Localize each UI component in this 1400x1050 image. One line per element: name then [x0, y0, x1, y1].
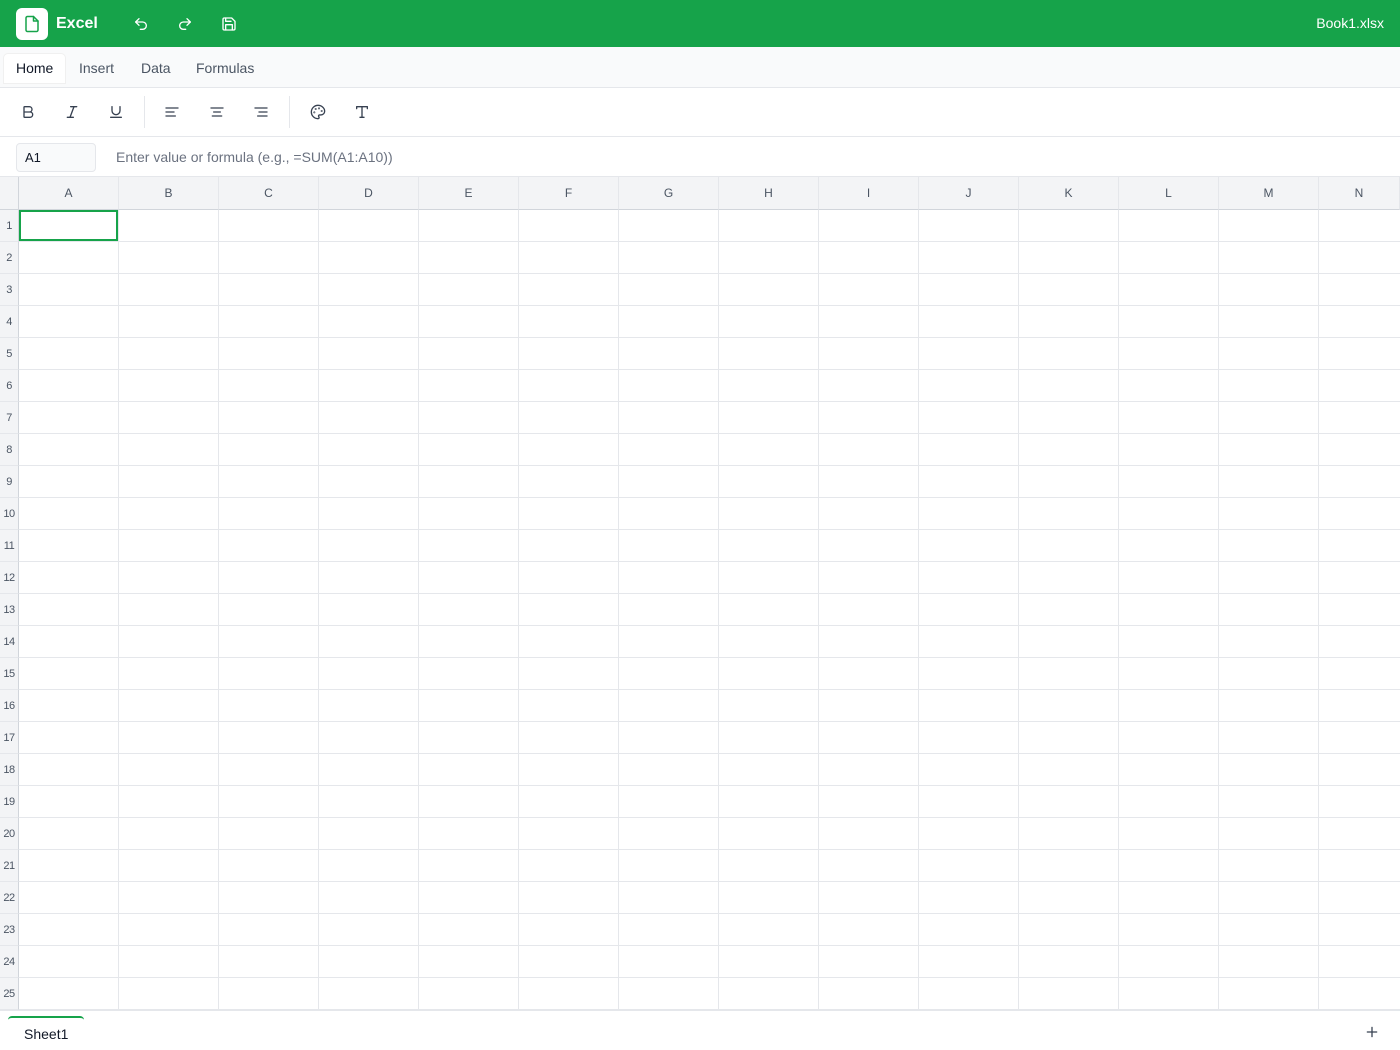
italic-icon	[66, 106, 78, 118]
undo-button[interactable]	[129, 12, 153, 36]
redo-button[interactable]	[173, 12, 197, 36]
column-header[interactable]: L	[1119, 177, 1219, 210]
undo-icon	[135, 18, 147, 30]
save-icon	[222, 17, 236, 31]
row-header[interactable]: 13	[0, 594, 19, 626]
align-center-icon	[210, 107, 224, 117]
row-header[interactable]: 23	[0, 914, 19, 946]
title-bar: Excel Book1.xlsx	[0, 0, 1400, 47]
row-header[interactable]: 3	[0, 274, 19, 306]
row-header[interactable]: 7	[0, 402, 19, 434]
select-all-corner[interactable]	[0, 177, 19, 210]
fill-color-button[interactable]	[306, 100, 330, 124]
formula-bar: A1	[0, 137, 1400, 177]
tab-home[interactable]: Home	[4, 54, 66, 83]
cell-name-box[interactable]: A1	[16, 143, 96, 172]
align-left-button[interactable]	[160, 100, 184, 124]
bold-icon	[23, 106, 34, 118]
column-header[interactable]: K	[1019, 177, 1119, 210]
row-header[interactable]: 24	[0, 946, 19, 978]
spreadsheet-grid: A B C D E F G H I J K L M N 1 2 3 4 5 6 …	[0, 177, 1400, 1010]
row-header[interactable]: 6	[0, 370, 19, 402]
row-header[interactable]: 12	[0, 562, 19, 594]
align-right-button[interactable]	[249, 100, 273, 124]
row-header[interactable]: 10	[0, 498, 19, 530]
italic-button[interactable]	[60, 100, 84, 124]
column-header[interactable]: J	[919, 177, 1019, 210]
column-header[interactable]: B	[119, 177, 219, 210]
cell-area[interactable]	[19, 210, 1400, 1010]
row-header[interactable]: 11	[0, 530, 19, 562]
app-name: Excel	[56, 15, 98, 32]
text-icon	[356, 106, 368, 118]
selected-cell-a1[interactable]	[19, 210, 118, 241]
file-icon	[16, 8, 48, 40]
add-sheet-button[interactable]	[1360, 1020, 1384, 1044]
column-header[interactable]: G	[619, 177, 719, 210]
row-header[interactable]: 16	[0, 690, 19, 722]
tab-data[interactable]: Data	[129, 54, 183, 83]
column-header[interactable]: D	[319, 177, 419, 210]
underline-button[interactable]	[104, 100, 128, 124]
row-header[interactable]: 4	[0, 306, 19, 338]
row-header[interactable]: 8	[0, 434, 19, 466]
font-style-button[interactable]	[350, 100, 374, 124]
row-header[interactable]: 15	[0, 658, 19, 690]
bold-button[interactable]	[16, 100, 40, 124]
sheet-tab-sheet1[interactable]: Sheet1	[8, 1016, 85, 1046]
tab-formulas[interactable]: Formulas	[184, 54, 266, 83]
align-center-button[interactable]	[205, 100, 229, 124]
row-header[interactable]: 19	[0, 786, 19, 818]
plus-icon	[1366, 1026, 1378, 1038]
palette-icon	[310, 104, 326, 120]
toolbar-divider	[289, 96, 290, 128]
column-header[interactable]: I	[819, 177, 919, 210]
row-header[interactable]: 21	[0, 850, 19, 882]
row-header[interactable]: 14	[0, 626, 19, 658]
save-button[interactable]	[217, 12, 241, 36]
row-header[interactable]: 22	[0, 882, 19, 914]
align-left-icon	[165, 107, 179, 117]
column-header[interactable]: H	[719, 177, 819, 210]
align-right-icon	[254, 107, 268, 117]
row-header[interactable]: 25	[0, 978, 19, 1010]
column-header[interactable]: F	[519, 177, 619, 210]
column-header[interactable]: M	[1219, 177, 1319, 210]
row-header[interactable]: 1	[0, 210, 19, 242]
redo-icon	[179, 18, 191, 30]
formatting-toolbar	[0, 88, 1400, 137]
sheet-tab-bar: Sheet1	[0, 1010, 1400, 1050]
ribbon-tabs: Home Insert Data Formulas	[0, 47, 1400, 88]
column-header[interactable]: C	[219, 177, 319, 210]
row-header[interactable]: 9	[0, 466, 19, 498]
formula-input[interactable]	[108, 142, 1388, 172]
row-header[interactable]: 2	[0, 242, 19, 274]
row-header[interactable]: 20	[0, 818, 19, 850]
tab-insert[interactable]: Insert	[67, 54, 126, 83]
column-header[interactable]: E	[419, 177, 519, 210]
row-header[interactable]: 5	[0, 338, 19, 370]
file-name: Book1.xlsx	[1316, 15, 1384, 31]
row-header[interactable]: 18	[0, 754, 19, 786]
toolbar-divider	[144, 96, 145, 128]
column-header[interactable]: A	[19, 177, 119, 210]
column-header[interactable]: N	[1319, 177, 1400, 210]
row-header[interactable]: 17	[0, 722, 19, 754]
underline-icon	[110, 106, 122, 118]
